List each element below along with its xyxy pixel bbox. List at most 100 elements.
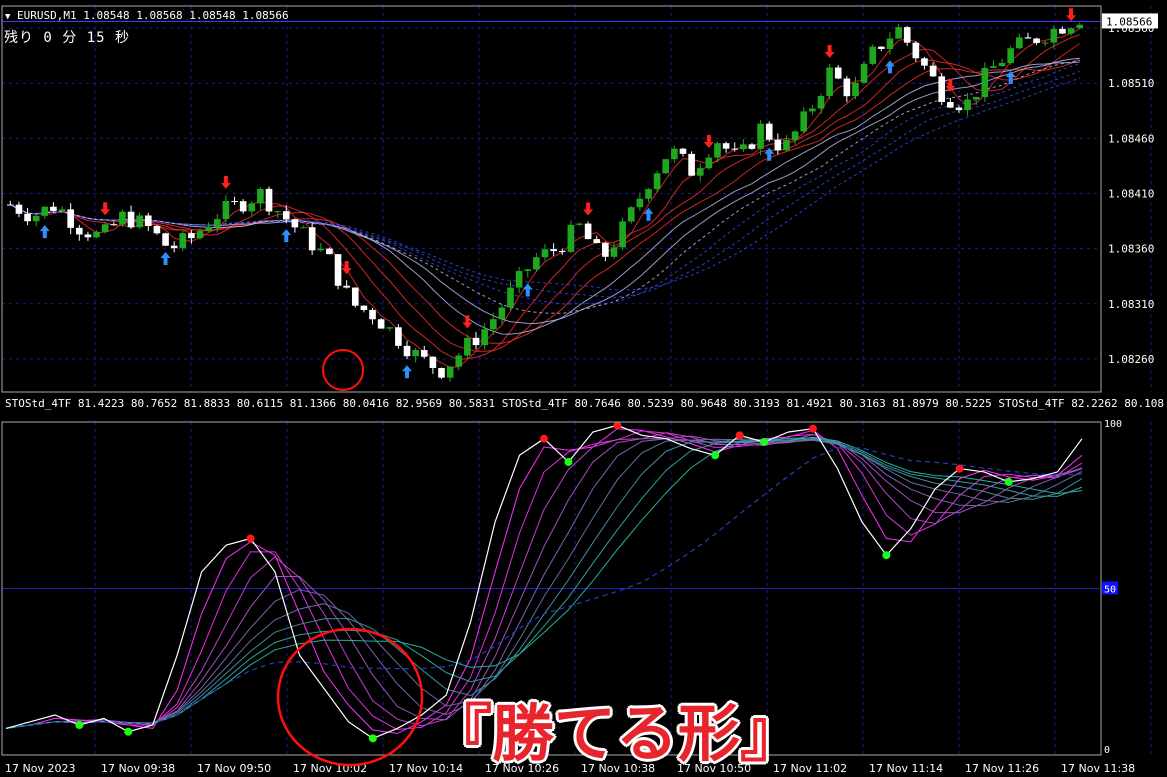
candle-body — [990, 66, 997, 68]
candle-body — [696, 168, 704, 176]
stoch-trough-dot — [564, 457, 573, 466]
time-tick-label: 17 Nov 09:50 — [197, 762, 271, 775]
up-arrow-icon — [884, 60, 895, 74]
candle-body — [1076, 24, 1083, 29]
candle-body — [317, 248, 325, 251]
candle-body — [972, 96, 980, 100]
candle-body — [981, 67, 989, 97]
candle-body — [567, 224, 575, 252]
candle-body — [334, 254, 342, 286]
candle-body — [800, 111, 808, 132]
candle-body — [558, 251, 566, 253]
candle-body — [265, 188, 273, 212]
candle-body — [636, 198, 644, 208]
down-arrow-icon — [220, 175, 231, 189]
candle-body — [15, 204, 23, 214]
candle-body — [472, 337, 480, 346]
candle-body — [714, 143, 721, 158]
candle-body — [619, 221, 626, 248]
price-tick-label: 1.08260 — [1108, 353, 1154, 366]
candle-body — [274, 211, 281, 213]
down-arrow-icon — [462, 315, 473, 329]
main-panel-border — [1, 5, 1102, 393]
candle-body — [343, 285, 350, 288]
candle-body — [584, 223, 592, 240]
down-arrow-icon — [703, 135, 714, 149]
candle-body — [929, 65, 937, 77]
candle-body — [662, 159, 670, 174]
candle-body — [895, 27, 902, 39]
ma-line — [10, 58, 1080, 344]
candle-body — [153, 225, 161, 234]
candle-body — [75, 227, 83, 235]
candle-body — [921, 58, 928, 66]
candle-body — [205, 226, 212, 232]
price-tick-label: 1.08360 — [1108, 243, 1154, 256]
candle-body — [912, 42, 920, 59]
triangle-down-icon[interactable]: ▼ — [5, 12, 10, 22]
up-arrow-icon — [1005, 70, 1016, 84]
symbol-quote: EURUSD,M1 1.08548 1.08568 1.08548 1.0856… — [17, 9, 289, 22]
candle-body — [369, 309, 376, 320]
candle-body — [860, 63, 868, 83]
up-arrow-icon — [39, 225, 50, 239]
down-arrow-icon — [100, 202, 111, 216]
symbol-line: ▼ EURUSD,M1 1.08548 1.08568 1.08548 1.08… — [5, 9, 289, 22]
candle-body — [326, 248, 333, 255]
candle-body — [144, 215, 152, 226]
candle-body — [84, 234, 92, 238]
stoch-peak-dot — [613, 421, 622, 430]
candle-body — [179, 233, 187, 249]
moving-average-ribbon — [10, 28, 1080, 368]
candle-body — [593, 239, 601, 244]
remaining-time: 残り 0 分 15 秒 — [4, 30, 131, 46]
candle-body — [955, 107, 963, 111]
ma-line — [10, 28, 1080, 368]
candle-body — [869, 46, 877, 64]
candle-body — [498, 307, 506, 320]
candle-body — [817, 96, 825, 109]
down-arrow-icon — [824, 45, 835, 59]
candle-body — [67, 209, 74, 228]
candle-body — [429, 356, 437, 369]
candle-body — [653, 173, 661, 190]
time-tick-label: 17 Nov 11:14 — [869, 762, 943, 775]
candle-body — [947, 102, 954, 108]
candle-body — [257, 188, 264, 204]
candle-body — [489, 319, 497, 330]
candle-body — [188, 233, 195, 239]
candle-body — [791, 131, 799, 140]
stoch-trough-dot — [711, 451, 720, 460]
candle-body — [93, 231, 100, 238]
candle-body — [1033, 38, 1040, 43]
candle-body — [610, 247, 618, 257]
candle-body — [645, 189, 652, 199]
candle-body — [377, 319, 385, 329]
stoch-trough-dot — [124, 727, 133, 736]
candle-body — [1041, 42, 1049, 44]
stoch-trough-dot — [882, 551, 891, 560]
price-tick-label: 1.08310 — [1108, 298, 1154, 311]
candle-body — [446, 366, 454, 378]
price-tick-label: 1.08510 — [1108, 77, 1154, 90]
highlight-circle-small — [322, 349, 364, 391]
candle-body — [403, 345, 411, 357]
candle-body — [834, 67, 842, 79]
stoch-peak-dot — [246, 534, 255, 543]
down-arrow-icon — [1066, 8, 1077, 22]
candle-body — [127, 211, 135, 228]
ma-line — [10, 63, 1080, 305]
down-arrow-icon — [583, 202, 594, 216]
ma-line — [10, 61, 1080, 335]
candle-body — [41, 206, 49, 216]
candle-body — [671, 148, 678, 160]
candle-body — [602, 243, 609, 257]
candle-body — [1067, 28, 1075, 34]
current-price-label: 1.08566 — [1106, 15, 1152, 28]
candle-body — [282, 211, 290, 220]
candle-body — [420, 350, 428, 357]
candle-body — [351, 287, 359, 306]
candle-body — [300, 227, 307, 229]
candles — [7, 22, 1083, 382]
candle-body — [438, 368, 445, 378]
